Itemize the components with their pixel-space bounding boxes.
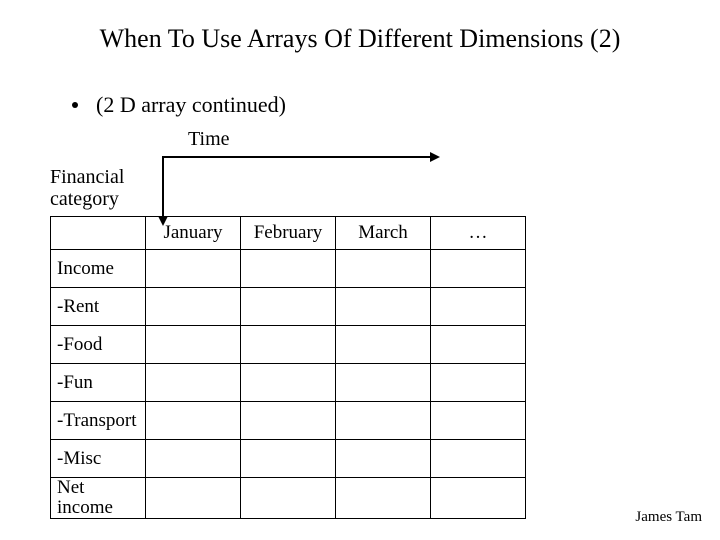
table-row-header: -Misc bbox=[51, 440, 146, 478]
table-cell bbox=[336, 402, 431, 440]
page-title: When To Use Arrays Of Different Dimensio… bbox=[0, 0, 720, 54]
table-cell bbox=[146, 326, 241, 364]
table-cell bbox=[336, 288, 431, 326]
table-cell bbox=[241, 440, 336, 478]
table-cell bbox=[431, 478, 526, 519]
axis-vertical-label-line1: Financial bbox=[50, 166, 124, 188]
slide: When To Use Arrays Of Different Dimensio… bbox=[0, 0, 720, 540]
table-cell bbox=[431, 440, 526, 478]
table-cell bbox=[241, 326, 336, 364]
table-cell bbox=[336, 440, 431, 478]
table-row-header: Net income bbox=[51, 478, 146, 519]
table-row: -Rent bbox=[51, 288, 526, 326]
table-cell bbox=[241, 250, 336, 288]
footer-author: James Tam bbox=[635, 509, 702, 526]
arrow-down-icon bbox=[162, 156, 164, 216]
table-row: -Transport bbox=[51, 402, 526, 440]
table-row: -Fun bbox=[51, 364, 526, 402]
table-corner-cell bbox=[51, 217, 146, 250]
bullet-dot-icon bbox=[72, 102, 78, 108]
table-col-header: March bbox=[336, 217, 431, 250]
table-cell bbox=[431, 402, 526, 440]
table-cell bbox=[146, 440, 241, 478]
table-row-header: Income bbox=[51, 250, 146, 288]
table-cell bbox=[146, 250, 241, 288]
bullet-item: (2 D array continued) bbox=[72, 92, 720, 118]
table-cell bbox=[336, 364, 431, 402]
table-cell bbox=[431, 364, 526, 402]
table-cell bbox=[431, 326, 526, 364]
table-row-header: -Rent bbox=[51, 288, 146, 326]
table-cell bbox=[431, 288, 526, 326]
table-col-header: … bbox=[431, 217, 526, 250]
table-cell bbox=[146, 288, 241, 326]
table-row-header: -Transport bbox=[51, 402, 146, 440]
table-row: Net income bbox=[51, 478, 526, 519]
axis-horizontal-label: Time bbox=[188, 128, 230, 151]
axis-vertical-label: Financial category bbox=[50, 166, 124, 210]
table-cell bbox=[146, 364, 241, 402]
table-row-header: -Food bbox=[51, 326, 146, 364]
table-cell bbox=[146, 478, 241, 519]
table-cell bbox=[336, 326, 431, 364]
arrow-right-icon bbox=[162, 156, 430, 158]
table-cell bbox=[241, 364, 336, 402]
table-cell bbox=[241, 402, 336, 440]
table-cell bbox=[241, 288, 336, 326]
table-row: -Food bbox=[51, 326, 526, 364]
table-header-row: January February March … bbox=[51, 217, 526, 250]
table-cell bbox=[336, 250, 431, 288]
table-cell bbox=[431, 250, 526, 288]
axis-diagram: Time Financial category bbox=[50, 126, 720, 206]
axis-vertical-label-line2: category bbox=[50, 188, 119, 210]
table-cell bbox=[241, 478, 336, 519]
bullet-text: (2 D array continued) bbox=[96, 92, 286, 118]
table-row: -Misc bbox=[51, 440, 526, 478]
table-cell bbox=[336, 478, 431, 519]
table-col-header: February bbox=[241, 217, 336, 250]
table-row-header: -Fun bbox=[51, 364, 146, 402]
data-table: January February March … Income -Rent -F… bbox=[50, 216, 526, 519]
table-row: Income bbox=[51, 250, 526, 288]
table-cell bbox=[146, 402, 241, 440]
